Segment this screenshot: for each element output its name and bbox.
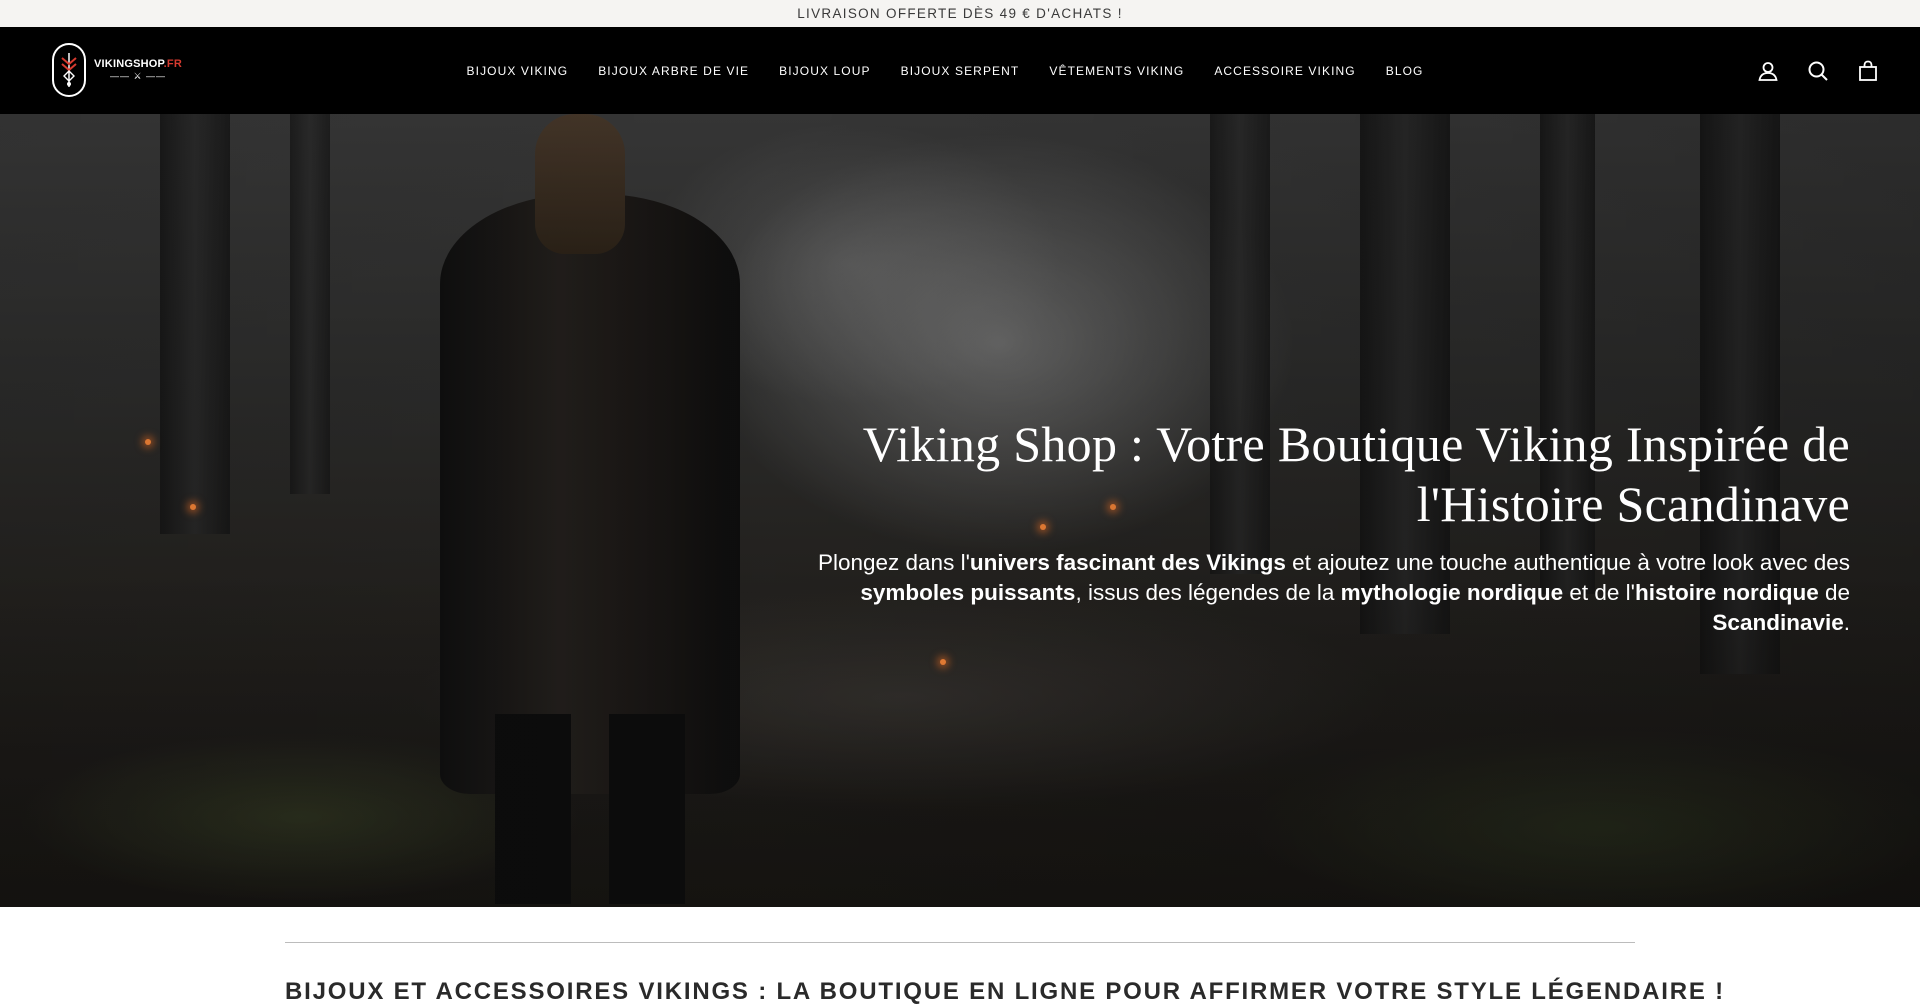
nav-item-bijoux-serpent[interactable]: BIJOUX SERPENT <box>886 64 1035 78</box>
cart-icon[interactable] <box>1856 59 1880 83</box>
section-heading: BIJOUX ET ACCESSOIRES VIKINGS : LA BOUTI… <box>285 978 1725 1005</box>
logo-text: VIKINGSHOP.FR —— ⚔ —— <box>94 58 182 82</box>
logo-ornament: —— ⚔ —— <box>109 71 167 81</box>
announcement-bar: LIVRAISON OFFERTE DÈS 49 € D'ACHATS ! <box>0 0 1920 27</box>
main-nav: BIJOUX VIKING BIJOUX ARBRE DE VIE BIJOUX… <box>0 27 1920 114</box>
logo-badge-icon <box>52 43 87 97</box>
hero-subtitle: Plongez dans l'univers fascinant des Vik… <box>817 550 1850 635</box>
site-header: VIKINGSHOP.FR —— ⚔ —— BIJOUX VIKING BIJO… <box>0 27 1920 114</box>
nav-item-bijoux-viking[interactable]: BIJOUX VIKING <box>452 64 584 78</box>
search-icon[interactable] <box>1806 59 1830 83</box>
nav-item-bijoux-arbre-de-vie[interactable]: BIJOUX ARBRE DE VIE <box>583 64 764 78</box>
nav-item-vetements-viking[interactable]: VÊTEMENTS VIKING <box>1034 64 1199 78</box>
nav-item-accessoire-viking[interactable]: ACCESSOIRE VIKING <box>1199 64 1370 78</box>
account-icon[interactable] <box>1756 59 1780 83</box>
header-icons <box>1756 27 1880 114</box>
hero-banner: Viking Shop : Votre Boutique Viking Insp… <box>0 114 1920 907</box>
logo-wordmark: VIKINGSHOP.FR <box>94 58 182 70</box>
nav-item-blog[interactable]: BLOG <box>1371 64 1439 78</box>
announcement-text: LIVRAISON OFFERTE DÈS 49 € D'ACHATS ! <box>797 6 1123 21</box>
nav-item-bijoux-loup[interactable]: BIJOUX LOUP <box>764 64 885 78</box>
hero-title: Viking Shop : Votre Boutique Viking Insp… <box>862 416 1850 532</box>
section-divider <box>285 942 1635 943</box>
logo[interactable]: VIKINGSHOP.FR —— ⚔ —— <box>52 41 182 99</box>
hero-content: Viking Shop : Votre Boutique Viking Insp… <box>750 414 1850 638</box>
